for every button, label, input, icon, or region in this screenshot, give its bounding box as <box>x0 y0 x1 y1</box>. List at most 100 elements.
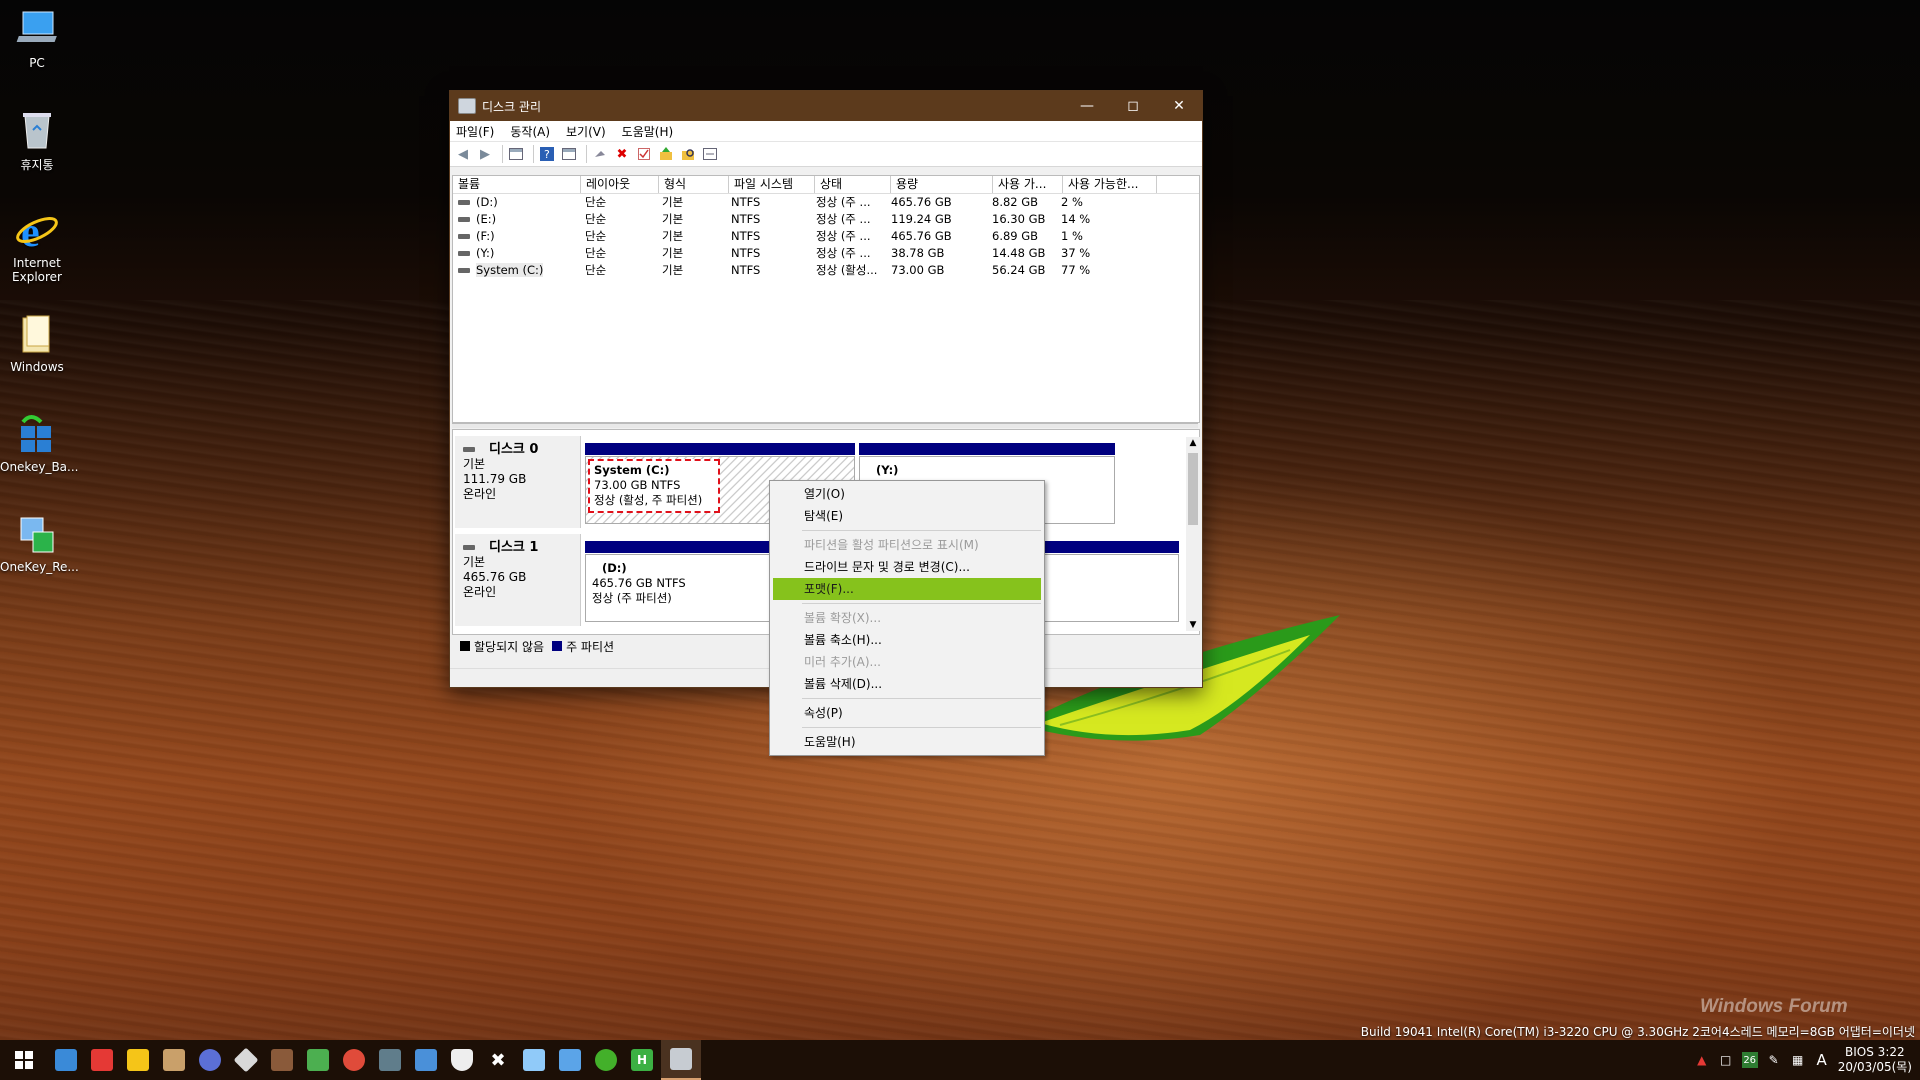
scroll-up-icon[interactable]: ▲ <box>1186 437 1200 449</box>
taskbar-app-player[interactable] <box>121 1043 155 1077</box>
disk-name: 디스크 0 <box>489 442 539 457</box>
delete-icon[interactable]: ✖ <box>613 145 631 163</box>
volume-filesystem: NTFS <box>731 212 761 226</box>
menu-bar: 파일(F) 동작(A) 보기(V) 도움말(H) <box>450 121 1202 142</box>
taskbar-app-tools[interactable]: ✖ <box>481 1043 515 1077</box>
search-folder-icon[interactable] <box>679 145 697 163</box>
clock[interactable]: BIOS 3:22 20/03/05(목) <box>1838 1045 1912 1075</box>
menu-file[interactable]: 파일(F) <box>456 123 494 140</box>
scroll-down-icon[interactable]: ▼ <box>1186 619 1200 631</box>
title-bar[interactable]: 디스크 관리 — ◻ ✕ <box>450 91 1202 121</box>
up-folder-icon[interactable] <box>657 145 675 163</box>
tool-icon <box>233 1047 259 1073</box>
taskbar-app-disk-utility[interactable] <box>265 1043 299 1077</box>
taskbar-app-notepad[interactable] <box>517 1043 551 1077</box>
alert-icon[interactable]: ▲ <box>1694 1052 1710 1068</box>
menu-properties[interactable]: 속성(P) <box>770 702 1044 724</box>
volume-row[interactable]: (F:) 단순 기본 NTFS 정상 (주 ... 465.76 GB 6.89… <box>453 228 1199 245</box>
volume-row[interactable]: System (C:) 단순 기본 NTFS 정상 (활성... 73.00 G… <box>453 262 1199 279</box>
disk-1-label[interactable]: 디스크 1 기본 465.76 GB 온라인 <box>455 534 581 626</box>
system-info-line: Build 19041 Intel(R) Core(TM) i3-3220 CP… <box>1360 1025 1915 1039</box>
close-button[interactable]: ✕ <box>1156 91 1202 121</box>
properties-view-icon[interactable] <box>560 145 578 163</box>
taskbar-app-sync[interactable] <box>589 1043 623 1077</box>
settings-panel-icon[interactable] <box>701 145 719 163</box>
menu-shrink-volume[interactable]: 볼륨 축소(H)... <box>770 629 1044 651</box>
svg-text:e: e <box>21 210 40 252</box>
volume-row[interactable]: (E:) 단순 기본 NTFS 정상 (주 ... 119.24 GB 16.3… <box>453 211 1199 228</box>
taskbar-app-copy[interactable] <box>553 1043 587 1077</box>
start-button[interactable] <box>0 1040 48 1080</box>
minimize-button[interactable]: — <box>1064 91 1110 121</box>
menu-help[interactable]: 도움말(H) <box>622 123 674 140</box>
desktop-icon-label: PC <box>29 56 45 70</box>
menu-extend-volume[interactable]: 볼륨 확장(X)... <box>770 607 1044 629</box>
menu-view[interactable]: 보기(V) <box>566 123 606 140</box>
taskbar-app-archive[interactable] <box>157 1043 191 1077</box>
desktop-icon-onekey-restore[interactable]: OneKey_Re... <box>0 512 79 574</box>
volume-status: 정상 (활성... <box>816 263 878 277</box>
tray-badge[interactable]: 26 <box>1741 1052 1758 1068</box>
col-type[interactable]: 형식 <box>659 176 729 193</box>
taskbar-app-browser[interactable] <box>193 1043 227 1077</box>
menu-explore[interactable]: 탐색(E) <box>770 505 1044 527</box>
col-status[interactable]: 상태 <box>815 176 891 193</box>
volume-row[interactable]: (Y:) 단순 기본 NTFS 정상 (주 ... 38.78 GB 14.48… <box>453 245 1199 262</box>
col-percent-free[interactable]: 사용 가능한... <box>1063 176 1157 193</box>
desktop-icon-label: Onekey_Ba... <box>0 460 79 474</box>
volume-icon <box>458 200 470 205</box>
pen-icon[interactable]: ✎ <box>1766 1052 1782 1068</box>
check-disk-icon[interactable] <box>635 145 653 163</box>
col-volume[interactable]: 볼륨 <box>453 176 581 193</box>
col-capacity[interactable]: 용량 <box>891 176 993 193</box>
taskbar-app-h[interactable]: H <box>625 1043 659 1077</box>
disk-management-icon <box>458 98 476 114</box>
volume-row[interactable]: (D:) 단순 기본 NTFS 정상 (주 ... 465.76 GB 8.82… <box>453 194 1199 211</box>
network-icon[interactable]: □ <box>1718 1052 1734 1068</box>
keyboard-icon[interactable]: ▦ <box>1790 1052 1806 1068</box>
menu-delete-volume[interactable]: 볼륨 삭제(D)... <box>770 673 1044 695</box>
notepad-icon <box>523 1049 545 1071</box>
menu-add-mirror[interactable]: 미러 추가(A)... <box>770 651 1044 673</box>
col-filesystem[interactable]: 파일 시스템 <box>729 176 815 193</box>
desktop-icon-windows-folder[interactable]: Windows <box>0 312 74 374</box>
connect-icon[interactable] <box>591 145 609 163</box>
scroll-thumb[interactable] <box>1188 453 1198 525</box>
taskbar-app-partition[interactable] <box>301 1043 335 1077</box>
desktop-icon-recycle-bin[interactable]: 휴지통 <box>0 108 74 173</box>
maximize-button[interactable]: ◻ <box>1110 91 1156 121</box>
volume-capacity: 38.78 GB <box>891 246 945 260</box>
taskbar-app-chrome[interactable] <box>337 1043 371 1077</box>
taskbar-app-monitor[interactable] <box>49 1043 83 1077</box>
pane-splitter[interactable] <box>452 423 1198 428</box>
forward-icon[interactable]: ▶ <box>476 145 494 163</box>
col-free-space[interactable]: 사용 가... <box>993 176 1063 193</box>
desktop-icon-pc[interactable]: PC <box>0 8 74 70</box>
graph-scrollbar[interactable]: ▲ ▼ <box>1186 437 1200 631</box>
menu-mark-active[interactable]: 파티션을 활성 파티션으로 표시(M) <box>770 534 1044 556</box>
taskbar-app-explorer[interactable] <box>409 1043 443 1077</box>
menu-help[interactable]: 도움말(H) <box>770 731 1044 753</box>
help-icon[interactable]: ? <box>538 145 556 163</box>
menu-open[interactable]: 열기(O) <box>770 483 1044 505</box>
back-icon[interactable]: ◀ <box>454 145 472 163</box>
disk-name: 디스크 1 <box>489 540 539 555</box>
col-layout[interactable]: 레이아웃 <box>581 176 659 193</box>
console-tree-icon[interactable] <box>507 145 525 163</box>
taskbar-app-network[interactable] <box>373 1043 407 1077</box>
desktop-icon-internet-explorer[interactable]: e Internet Explorer <box>0 208 74 284</box>
menu-change-drive-letter[interactable]: 드라이브 문자 및 경로 변경(C)... <box>770 556 1044 578</box>
menu-format[interactable]: 포맷(F)... <box>773 578 1041 600</box>
volume-layout: 단순 <box>585 212 607 226</box>
taskbar-app-disk-management[interactable] <box>661 1040 701 1080</box>
desktop-icon-onekey-backup[interactable]: Onekey_Ba... <box>0 412 79 474</box>
ime-indicator[interactable]: A <box>1814 1051 1830 1069</box>
taskbar-app-tool[interactable] <box>229 1043 263 1077</box>
taskbar-app-security[interactable] <box>445 1043 479 1077</box>
taskbar-app-anydesk[interactable] <box>85 1043 119 1077</box>
volume-percent: 14 % <box>1061 212 1091 226</box>
menu-action[interactable]: 동작(A) <box>510 123 550 140</box>
partition-context-menu[interactable]: 열기(O) 탐색(E) 파티션을 활성 파티션으로 표시(M) 드라이브 문자 … <box>769 480 1045 756</box>
volume-list[interactable]: 볼륨 레이아웃 형식 파일 시스템 상태 용량 사용 가... 사용 가능한..… <box>452 175 1200 423</box>
disk-0-label[interactable]: 디스크 0 기본 111.79 GB 온라인 <box>455 436 581 528</box>
